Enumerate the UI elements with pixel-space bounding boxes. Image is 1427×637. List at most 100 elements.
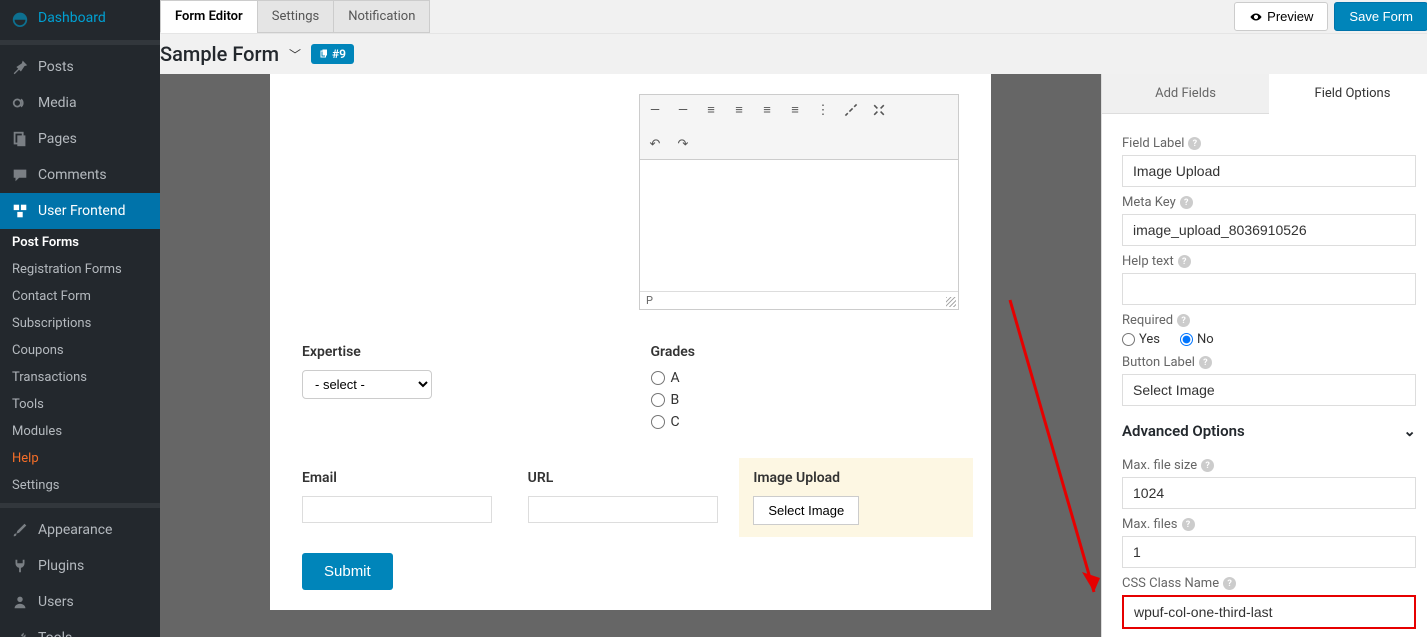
sub-subscriptions[interactable]: Subscriptions [0, 310, 160, 337]
sidebar-dashboard[interactable]: Dashboard [0, 0, 160, 36]
sidebar-comments[interactable]: Comments [0, 157, 160, 193]
rte-undo-icon[interactable]: ↶ [644, 133, 666, 155]
preview-button-label: Preview [1267, 9, 1313, 24]
help-icon[interactable]: ? [1182, 518, 1195, 531]
rte-btn[interactable]: ≡ [728, 99, 750, 121]
sidebar-appearance-label: Appearance [38, 522, 112, 538]
sub-registration-forms[interactable]: Registration Forms [0, 256, 160, 283]
rte-btn[interactable]: — [644, 99, 666, 121]
chevron-down-icon[interactable]: ﹀ [289, 46, 301, 63]
expertise-select[interactable]: - select - [302, 370, 432, 399]
help-icon[interactable]: ? [1177, 314, 1190, 327]
grade-b-label: B [671, 392, 680, 408]
help-text-input[interactable] [1122, 273, 1416, 305]
copy-icon [319, 49, 329, 59]
tab-form-editor[interactable]: Form Editor [160, 0, 258, 33]
rte-toolbar: — — ≡ ≡ ≡ ≡ ⋮ ↶ ↷ [639, 94, 959, 160]
required-no-label: No [1197, 332, 1214, 347]
rte-btn[interactable]: ⋮ [812, 99, 834, 121]
pin-icon [10, 57, 30, 77]
css-class-label: CSS Class Name? [1122, 576, 1416, 591]
sub-post-forms[interactable]: Post Forms [0, 229, 160, 256]
rte-resize-handle[interactable] [946, 297, 956, 307]
wrench-icon [10, 628, 30, 637]
page-icon [10, 129, 30, 149]
admin-sidebar: Dashboard Posts Media Pages Comments Use… [0, 0, 160, 637]
tab-field-options[interactable]: Field Options [1269, 74, 1427, 114]
field-label-input[interactable] [1122, 155, 1416, 187]
rte-btn[interactable]: ≡ [784, 99, 806, 121]
required-yes-radio[interactable] [1122, 333, 1135, 346]
tab-add-fields[interactable]: Add Fields [1102, 74, 1269, 114]
required-no-radio[interactable] [1180, 333, 1193, 346]
plug-icon [10, 556, 30, 576]
help-icon[interactable]: ? [1223, 577, 1236, 590]
tab-settings[interactable]: Settings [257, 0, 334, 33]
rte-expand-icon[interactable] [868, 99, 890, 121]
help-icon[interactable]: ? [1201, 459, 1214, 472]
sidebar-appearance[interactable]: Appearance [0, 512, 160, 548]
grade-a-radio[interactable] [651, 371, 665, 385]
required-yes-label: Yes [1139, 332, 1160, 347]
submit-button[interactable]: Submit [302, 553, 393, 590]
form-card: — — ≡ ≡ ≡ ≡ ⋮ ↶ ↷ [270, 74, 991, 610]
meta-key-input[interactable] [1122, 214, 1416, 246]
grade-b-radio[interactable] [651, 393, 665, 407]
email-input[interactable] [302, 496, 492, 523]
media-icon [10, 93, 30, 113]
sub-coupons[interactable]: Coupons [0, 337, 160, 364]
user-icon [10, 592, 30, 612]
rte-btn[interactable]: ≡ [756, 99, 778, 121]
url-label: URL [528, 470, 734, 486]
sidebar-users[interactable]: Users [0, 584, 160, 620]
button-label-label: Button Label? [1122, 355, 1416, 370]
sidebar-tools[interactable]: Tools [0, 620, 160, 637]
advanced-options-label: Advanced Options [1122, 422, 1245, 440]
help-icon[interactable]: ? [1178, 255, 1191, 268]
help-icon[interactable]: ? [1188, 137, 1201, 150]
email-label: Email [302, 470, 508, 486]
form-id-badge[interactable]: #9 [311, 44, 354, 64]
select-image-button[interactable]: Select Image [753, 496, 859, 525]
sub-tools[interactable]: Tools [0, 391, 160, 418]
sub-transactions[interactable]: Transactions [0, 364, 160, 391]
save-form-button[interactable]: Save Form [1334, 2, 1427, 31]
advanced-options-toggle[interactable]: Advanced Options ⌄ [1122, 412, 1416, 450]
max-files-input[interactable] [1122, 536, 1416, 568]
max-file-size-input[interactable] [1122, 477, 1416, 509]
rte-btn[interactable]: — [672, 99, 694, 121]
help-icon[interactable]: ? [1199, 356, 1212, 369]
sidebar-pages-label: Pages [38, 131, 77, 147]
sidebar-pages[interactable]: Pages [0, 121, 160, 157]
sidebar-plugins-label: Plugins [38, 558, 84, 574]
grades-label: Grades [651, 344, 960, 360]
url-input[interactable] [528, 496, 718, 523]
sub-contact-form[interactable]: Contact Form [0, 283, 160, 310]
sidebar-user-frontend[interactable]: User Frontend [0, 193, 160, 229]
sub-help[interactable]: Help [0, 445, 160, 472]
sub-modules[interactable]: Modules [0, 418, 160, 445]
grade-c-radio[interactable] [651, 415, 665, 429]
rte-redo-icon[interactable]: ↷ [672, 133, 694, 155]
sidebar-comments-label: Comments [38, 167, 107, 183]
sidebar-media[interactable]: Media [0, 85, 160, 121]
preview-button[interactable]: Preview [1234, 2, 1328, 31]
field-options-panel: Add Fields Field Options Field Label? Me… [1101, 74, 1427, 637]
field-label-label: Field Label? [1122, 136, 1416, 151]
sub-settings[interactable]: Settings [0, 472, 160, 499]
sidebar-users-label: Users [38, 594, 74, 610]
button-label-input[interactable] [1122, 374, 1416, 406]
sidebar-media-label: Media [38, 95, 77, 111]
sidebar-posts-label: Posts [38, 59, 74, 75]
max-file-size-label: Max. file size? [1122, 458, 1416, 473]
required-label: Required? [1122, 313, 1416, 328]
rte-textarea[interactable]: P [639, 160, 959, 310]
sidebar-plugins[interactable]: Plugins [0, 548, 160, 584]
sidebar-posts[interactable]: Posts [0, 49, 160, 85]
rte-unlink-icon[interactable] [840, 99, 862, 121]
help-icon[interactable]: ? [1180, 196, 1193, 209]
sidebar-dashboard-label: Dashboard [38, 10, 106, 26]
tab-notification[interactable]: Notification [333, 0, 430, 33]
rte-btn[interactable]: ≡ [700, 99, 722, 121]
css-class-input[interactable] [1122, 595, 1416, 629]
